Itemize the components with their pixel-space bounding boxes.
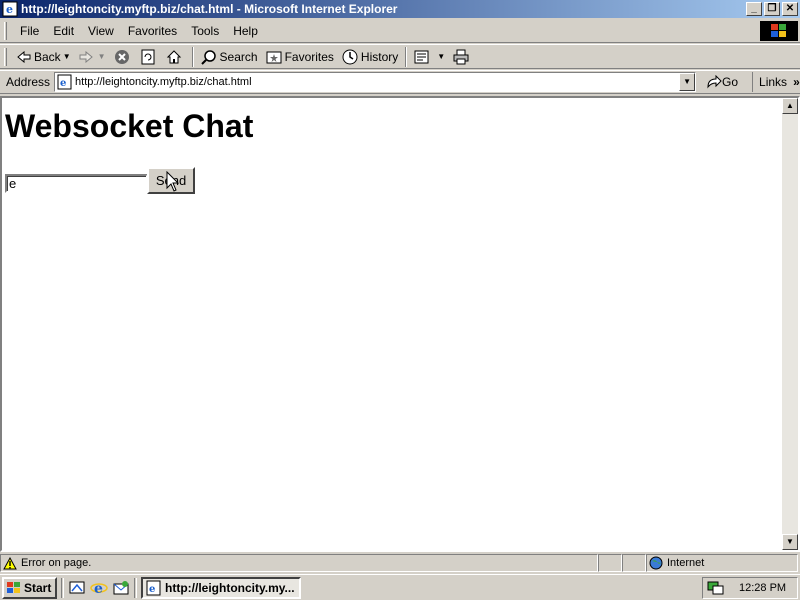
page-title: Websocket Chat [5, 108, 254, 144]
links-label: Links [759, 75, 788, 89]
back-label: Back [34, 49, 61, 64]
address-label: Address [6, 75, 51, 89]
status-message-pane: Error on page. [0, 554, 598, 572]
restore-button[interactable]: ❐ [764, 2, 780, 16]
toolbar-grip [4, 47, 7, 66]
warning-icon[interactable] [3, 556, 17, 570]
toolbar-separator [405, 46, 408, 67]
refresh-button[interactable] [137, 46, 162, 68]
links-button[interactable]: Links » [752, 72, 800, 92]
back-button[interactable]: Back ▼ [13, 46, 75, 68]
address-dropdown-icon[interactable]: ▼ [679, 73, 696, 91]
favorites-label: Favorites [284, 49, 334, 64]
go-label: Go [722, 75, 739, 89]
page-content: Websocket Chat Send ▲ ▼ [0, 96, 800, 552]
scroll-up-icon[interactable]: ▲ [782, 98, 798, 114]
search-icon [200, 49, 216, 65]
svg-text:e: e [60, 78, 66, 89]
quicklaunch-separator [61, 577, 64, 598]
history-icon [342, 49, 358, 64]
start-button[interactable]: Start [2, 576, 57, 599]
menu-edit[interactable]: Edit [46, 24, 81, 38]
chat-message-input[interactable] [5, 174, 148, 193]
menu-bar: File Edit View Favorites Tools Help [0, 19, 800, 43]
search-button[interactable]: Search [197, 46, 262, 68]
status-pane [598, 554, 622, 572]
back-arrow-icon [17, 50, 31, 63]
mail-dropdown-icon[interactable]: ▼ [437, 52, 445, 61]
menu-grip [4, 21, 7, 40]
address-bar: Address e ▼ Go Links » [0, 70, 800, 94]
mouse-cursor-icon [166, 171, 180, 192]
menu-tools[interactable]: Tools [184, 24, 226, 38]
toolbar-separator [191, 46, 194, 67]
history-button[interactable]: History [338, 46, 402, 68]
start-label: Start [24, 580, 52, 595]
forward-button[interactable]: ▼ [75, 46, 110, 68]
svg-text:e: e [149, 584, 155, 595]
taskbar-ie-window[interactable]: e http://leightoncity.my... [141, 576, 301, 599]
system-tray: 12:28 PM [702, 577, 798, 599]
window-title: http://leightoncity.myftp.biz/chat.html … [21, 2, 398, 16]
windows-logo-icon [760, 21, 798, 41]
stop-icon [114, 49, 129, 64]
forward-dropdown-icon[interactable]: ▼ [98, 52, 106, 61]
show-desktop-icon[interactable] [68, 579, 86, 597]
minimize-button[interactable]: _ [746, 2, 762, 16]
favorites-icon [266, 51, 282, 63]
print-icon [453, 49, 469, 64]
print-button[interactable] [449, 46, 476, 68]
favorites-button[interactable]: Favorites [262, 46, 338, 68]
globe-icon [649, 556, 663, 570]
menu-favorites[interactable]: Favorites [121, 24, 184, 38]
menu-view[interactable]: View [81, 24, 121, 38]
home-button[interactable] [162, 46, 189, 68]
forward-arrow-icon [79, 50, 93, 63]
status-bar: Error on page. Internet [0, 553, 800, 573]
status-message: Error on page. [21, 557, 92, 569]
svg-text:e: e [94, 581, 103, 597]
outlook-express-icon[interactable] [112, 579, 130, 597]
close-button[interactable]: ✕ [782, 2, 798, 16]
ie-page-icon: e [57, 74, 72, 90]
go-arrow-icon [707, 75, 722, 89]
scroll-down-icon[interactable]: ▼ [782, 534, 798, 550]
back-dropdown-icon[interactable]: ▼ [63, 52, 71, 61]
zone-pane: Internet [646, 554, 798, 572]
status-pane [622, 554, 646, 572]
address-input[interactable] [73, 76, 674, 88]
vertical-scrollbar[interactable]: ▲ ▼ [782, 98, 798, 550]
taskbar: Start e e http://leightoncity.my... 12:2… [0, 574, 800, 600]
stop-button[interactable] [110, 46, 137, 68]
mail-icon [414, 50, 429, 63]
go-button[interactable]: Go [706, 75, 738, 89]
ie-page-icon: e [146, 580, 161, 595]
search-label: Search [219, 49, 258, 64]
clock[interactable]: 12:28 PM [739, 582, 786, 594]
ie-page-icon: e [2, 1, 18, 17]
svg-text:e: e [6, 3, 13, 16]
quicklaunch-separator [134, 577, 137, 598]
ie-quicklaunch-icon[interactable]: e [90, 579, 108, 597]
chevron-right-icon: » [793, 75, 800, 89]
taskbar-window-label: http://leightoncity.my... [165, 580, 295, 595]
home-icon [166, 49, 181, 63]
refresh-icon [141, 49, 155, 64]
network-icon[interactable] [707, 580, 725, 596]
standard-toolbar: Back ▼ ▼ Search Favorites History ▼ [0, 44, 800, 69]
history-label: History [360, 49, 399, 64]
address-field[interactable]: e ▼ [54, 72, 697, 92]
title-bar: e http://leightoncity.myftp.biz/chat.htm… [0, 0, 800, 18]
menu-file[interactable]: File [13, 24, 46, 38]
zone-label: Internet [667, 557, 705, 569]
windows-logo-icon [7, 581, 20, 593]
menu-help[interactable]: Help [226, 24, 265, 38]
mail-button[interactable]: ▼ [410, 46, 449, 68]
